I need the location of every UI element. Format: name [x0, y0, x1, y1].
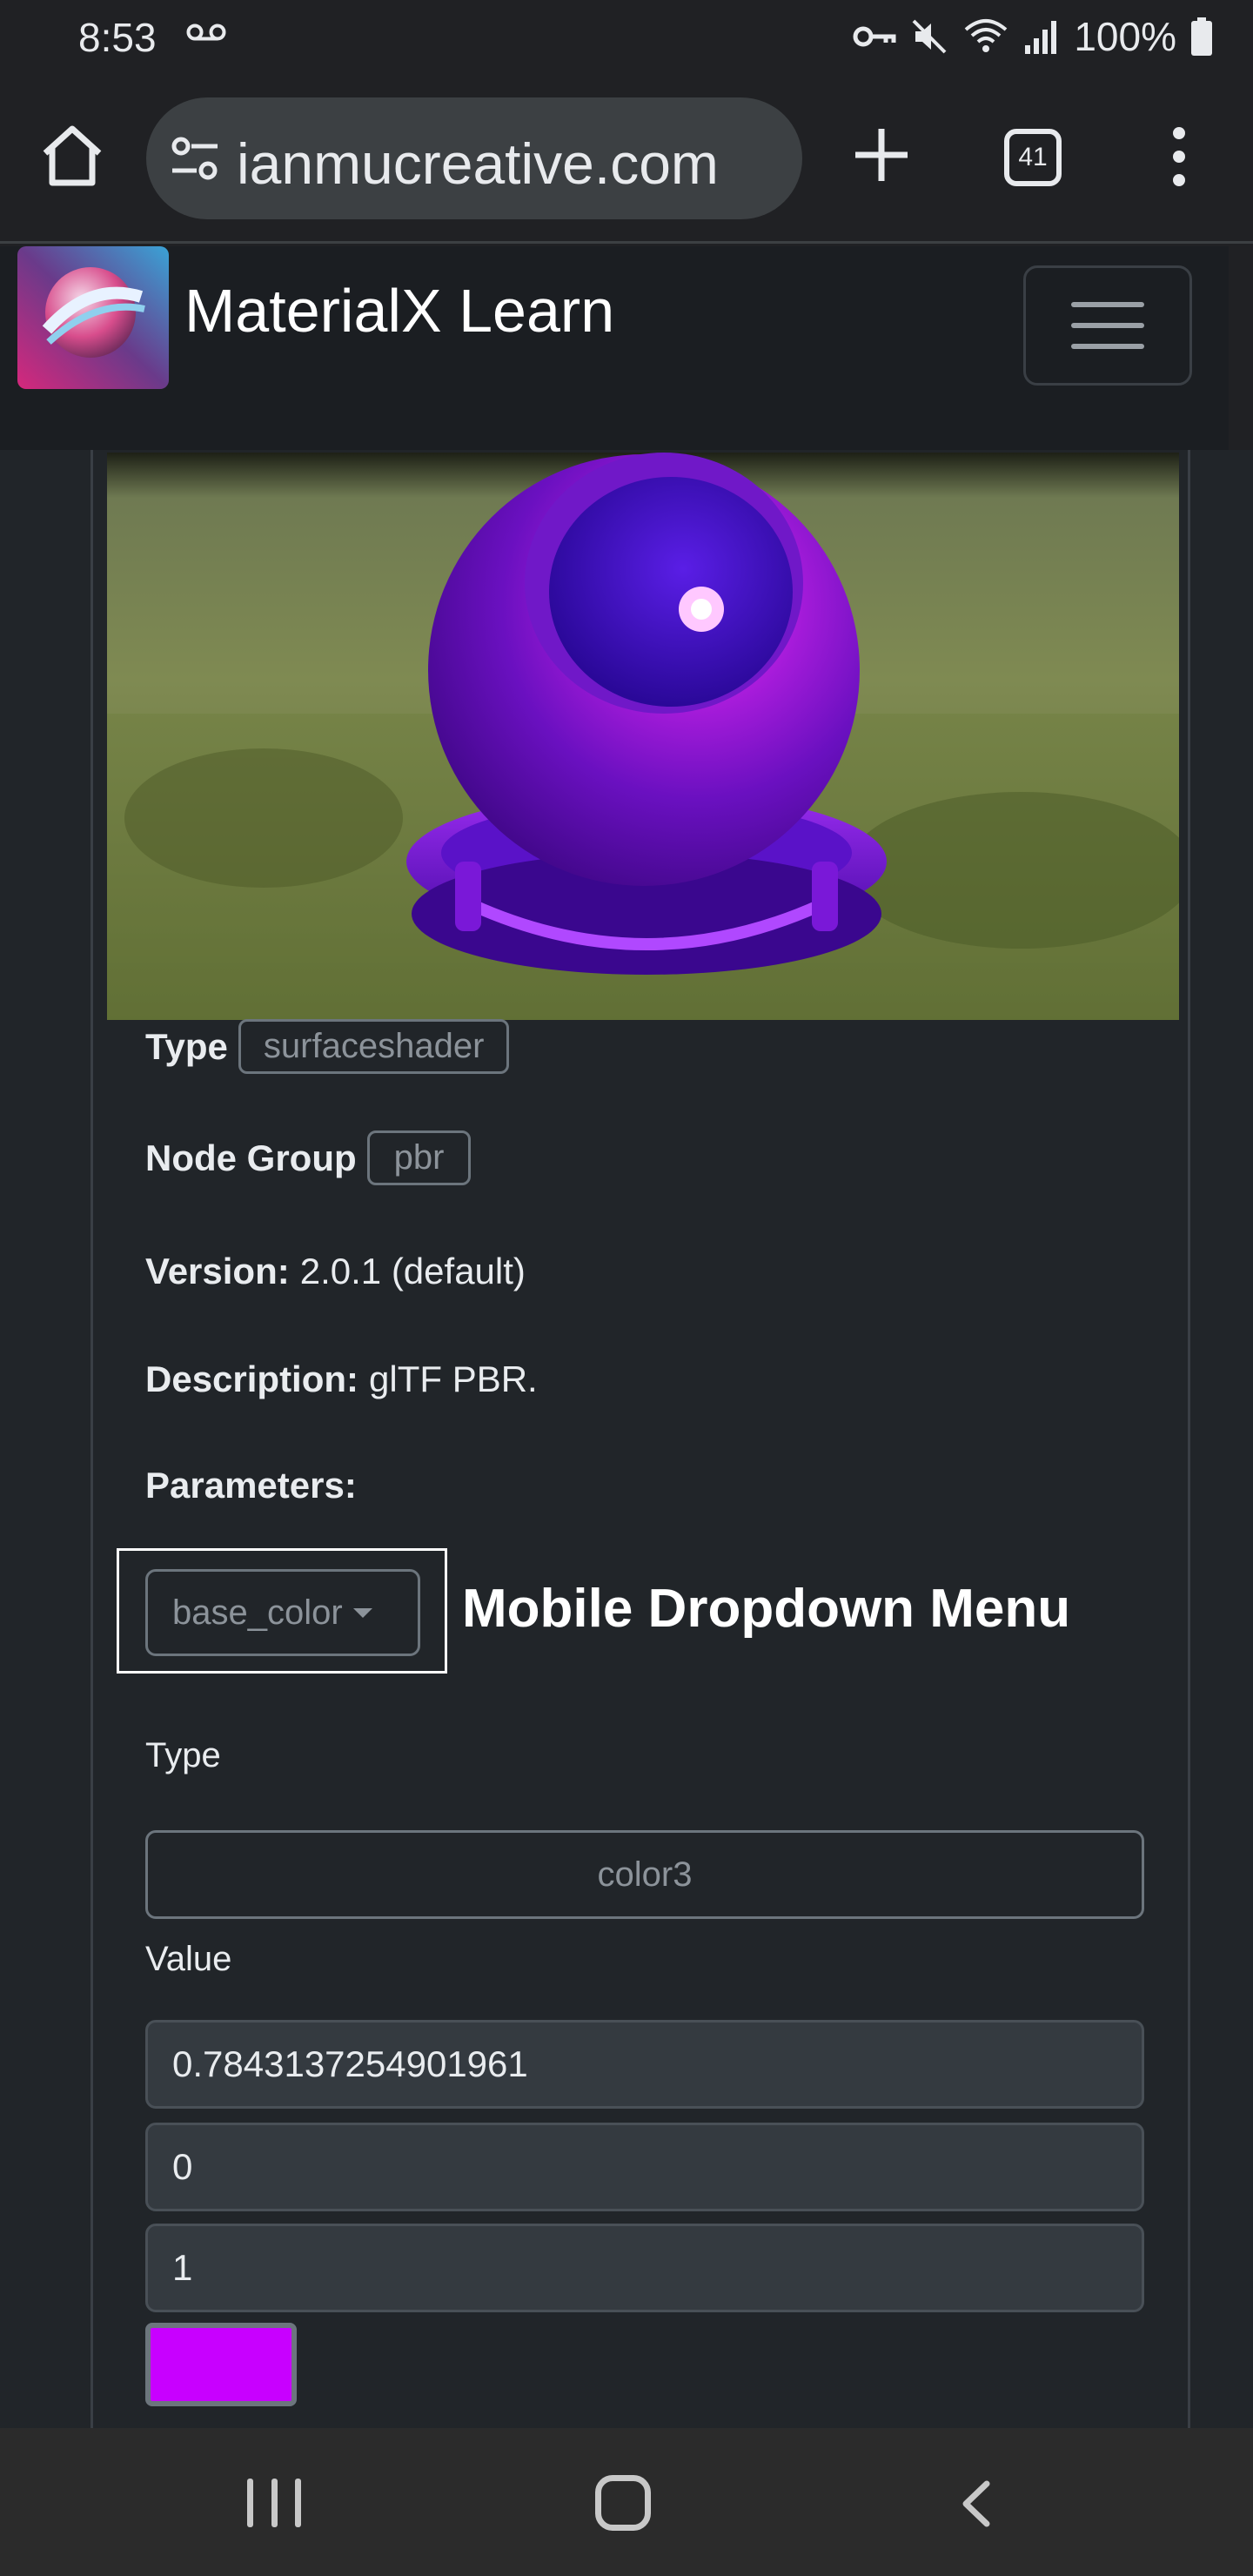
description-label: Description:	[145, 1358, 359, 1399]
parameter-dropdown[interactable]: base_color	[145, 1569, 420, 1656]
parameter-dropdown-value: base_color	[172, 1593, 343, 1632]
color-swatch[interactable]	[145, 2323, 297, 2406]
browser-toolbar: ianmucreative.com 41	[0, 78, 1253, 244]
mute-icon	[912, 19, 947, 54]
battery-icon	[1191, 17, 1212, 56]
wifi-icon	[965, 19, 1008, 52]
value-input-r-text: 0.7843137254901961	[172, 2043, 528, 2084]
tab-switcher-icon[interactable]: 41	[1004, 129, 1062, 186]
back-icon[interactable]	[954, 2479, 1002, 2529]
main-content: Type surfaceshader Node Group pbr Versio…	[0, 450, 1253, 2428]
hamburger-icon[interactable]	[1023, 265, 1192, 386]
version-label: Version:	[145, 1251, 290, 1291]
version-row: Version: 2.0.1 (default)	[145, 1251, 526, 1292]
value-input-g-text: 0	[172, 2146, 193, 2187]
value-input-b-text: 1	[172, 2247, 193, 2288]
address-bar[interactable]: ianmucreative.com	[146, 97, 802, 219]
materialx-logo[interactable]	[17, 246, 169, 389]
more-vert-icon[interactable]	[1157, 124, 1201, 190]
status-bar: 8:53 100%	[0, 0, 1253, 78]
node-group-label: Node Group	[145, 1137, 357, 1178]
node-type-row: Type surfaceshader	[145, 1019, 510, 1074]
parameters-row: Parameters:	[145, 1465, 367, 1506]
android-nav-bar	[0, 2428, 1253, 2576]
material-preview-image	[107, 453, 1179, 1020]
battery-percent: 100%	[1074, 14, 1176, 59]
plus-icon[interactable]	[848, 122, 915, 188]
home-nav-icon[interactable]	[595, 2475, 651, 2531]
tune-icon[interactable]	[171, 136, 219, 181]
value-input-b[interactable]: 1	[145, 2224, 1144, 2312]
status-time: 8:53	[78, 15, 157, 60]
url-text: ianmucreative.com	[237, 131, 719, 196]
dropdown-heading: Mobile Dropdown Menu	[462, 1579, 1071, 1639]
recents-icon[interactable]	[247, 2479, 301, 2527]
voicemail-icon	[186, 23, 226, 41]
value-input-g[interactable]: 0	[145, 2123, 1144, 2211]
node-card: Type surfaceshader Node Group pbr Versio…	[90, 450, 1190, 2428]
value-input-r[interactable]: 0.7843137254901961	[145, 2020, 1144, 2109]
tab-count: 41	[1018, 143, 1048, 171]
node-type-label: Type	[145, 1025, 228, 1067]
param-type-field: color3	[145, 1830, 1144, 1919]
description-row: Description: glTF PBR.	[145, 1358, 538, 1400]
signal-icon	[1025, 21, 1057, 54]
vpn-key-icon	[853, 26, 896, 47]
param-type-label: Type	[145, 1736, 221, 1774]
caret-down-icon	[352, 1607, 372, 1618]
node-group-row: Node Group pbr	[145, 1130, 472, 1185]
description-value: glTF PBR.	[369, 1358, 538, 1399]
param-type-value: color3	[597, 1855, 693, 1894]
site-title[interactable]: MaterialX Learn	[184, 276, 614, 345]
home-icon[interactable]	[38, 122, 106, 190]
site-navbar: MaterialX Learn	[0, 246, 1229, 450]
version-value: 2.0.1 (default)	[299, 1251, 526, 1291]
status-icons: 100%	[853, 12, 1213, 61]
param-value-label: Value	[145, 1940, 232, 1978]
parameters-label: Parameters:	[145, 1465, 357, 1506]
node-type-badge: surfaceshader	[238, 1019, 510, 1074]
node-group-badge: pbr	[366, 1130, 472, 1185]
